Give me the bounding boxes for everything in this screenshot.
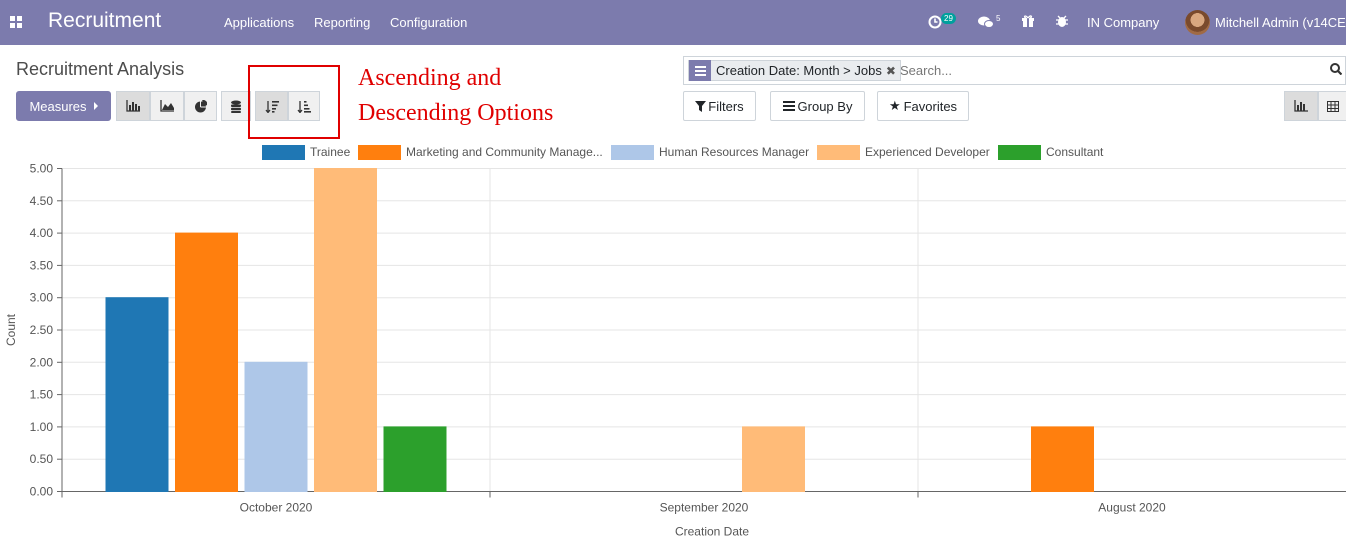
page-title: Recruitment Analysis: [16, 59, 185, 79]
menu-configuration[interactable]: Configuration: [390, 15, 467, 30]
y-tick-label: 3.50: [30, 258, 54, 272]
filters-button[interactable]: Filters: [683, 91, 756, 121]
group-by-facet-icon: [689, 60, 711, 81]
bar-chart-button[interactable]: [116, 91, 150, 121]
x-tick-label: August 2020: [1098, 501, 1166, 515]
annotation-text-line2: Descending Options: [358, 100, 554, 126]
y-tick-label: 5.00: [30, 162, 54, 176]
graph-view-icon: [1294, 100, 1308, 112]
annotation-highlight-box: [248, 65, 340, 139]
group-by-button[interactable]: Group By: [770, 91, 865, 121]
remove-facet-icon[interactable]: ✖: [886, 64, 896, 78]
pivot-view-button[interactable]: [1318, 91, 1346, 121]
user-menu[interactable]: Mitchell Admin (v14CE: [1215, 15, 1346, 30]
gift-icon[interactable]: [1021, 14, 1035, 28]
caret-right-icon: [93, 102, 98, 110]
top-navbar: Recruitment Applications Reporting Confi…: [0, 0, 1346, 45]
menu-reporting[interactable]: Reporting: [314, 15, 370, 30]
bars-icon: [782, 101, 795, 111]
search-facet[interactable]: Creation Date: Month > Jobs ✖: [688, 60, 901, 81]
x-axis-title: Creation Date: [675, 525, 749, 539]
measures-label: Measures: [29, 98, 87, 114]
graph-view-button[interactable]: [1284, 91, 1318, 121]
legend-swatch: [358, 145, 401, 160]
line-chart-button[interactable]: [150, 91, 184, 121]
pie-chart-icon: [195, 99, 207, 112]
legend-swatch: [817, 145, 860, 160]
legend-swatch: [262, 145, 305, 160]
legend-label: Consultant: [1046, 145, 1104, 159]
favorites-label: Favorites: [903, 98, 958, 114]
y-tick-label: 4.00: [30, 226, 54, 240]
bar: [105, 297, 169, 492]
search-input[interactable]: Search...: [900, 63, 952, 78]
search-icon[interactable]: [1330, 63, 1342, 75]
legend-label: Human Resources Manager: [659, 145, 809, 159]
x-tick-label: October 2020: [240, 501, 313, 515]
y-axis-title: Count: [4, 313, 18, 346]
table-grid-icon: [1326, 100, 1339, 112]
database-stack-icon: [231, 100, 241, 113]
legend-swatch: [998, 145, 1041, 160]
y-tick-label: 1.00: [30, 420, 54, 434]
activity-clock-icon[interactable]: [928, 15, 942, 29]
y-tick-label: 4.50: [30, 194, 54, 208]
facet-label: Creation Date: Month > Jobs: [716, 63, 882, 78]
legend-swatch: [611, 145, 654, 160]
legend-label: Marketing and Community Manage...: [406, 145, 603, 159]
menu-applications[interactable]: Applications: [224, 15, 294, 30]
bar: [314, 168, 377, 492]
bar: [175, 232, 238, 492]
bar: [1031, 426, 1094, 492]
area-chart-icon: [160, 100, 174, 112]
bar: [383, 426, 447, 492]
y-tick-label: 3.00: [30, 291, 54, 305]
debug-bug-icon[interactable]: [1055, 14, 1069, 28]
y-tick-label: 0.00: [30, 485, 54, 499]
user-avatar[interactable]: [1185, 10, 1210, 35]
measures-button[interactable]: Measures: [16, 91, 111, 121]
bar: [742, 426, 805, 492]
x-tick-label: September 2020: [660, 501, 749, 515]
annotation-text-line1: Ascending and: [358, 65, 502, 91]
y-tick-label: 2.50: [30, 323, 54, 337]
bar-chart: 0.00 0.50 1.00 1.50 2.00 2.50 3.00 3.50 4.00 4.50…: [4, 145, 1346, 539]
activity-count-badge: 29: [941, 13, 956, 24]
company-switcher[interactable]: IN Company: [1087, 15, 1159, 30]
apps-menu-icon[interactable]: [10, 16, 22, 28]
legend-label: Trainee: [310, 145, 351, 159]
bar: [244, 361, 308, 492]
y-tick-label: 0.50: [30, 452, 54, 466]
group-by-label: Group By: [797, 98, 853, 114]
star-icon: ★: [888, 98, 901, 113]
stacked-button[interactable]: [221, 91, 251, 121]
bar-chart-icon: [126, 100, 140, 112]
favorites-button[interactable]: ★ Favorites: [877, 91, 969, 121]
y-tick-label: 2.00: [30, 355, 54, 369]
y-tick-label: 1.50: [30, 388, 54, 402]
pie-chart-button[interactable]: [184, 91, 217, 121]
app-title[interactable]: Recruitment: [48, 9, 161, 33]
legend-label: Experienced Developer: [865, 145, 990, 159]
messages-icon[interactable]: [978, 15, 994, 29]
filter-funnel-icon: [695, 100, 707, 112]
message-count-badge: 5: [996, 14, 1001, 23]
filters-label: Filters: [708, 98, 744, 114]
search-bar: Creation Date: Month > Jobs ✖ Search...: [683, 56, 1346, 85]
